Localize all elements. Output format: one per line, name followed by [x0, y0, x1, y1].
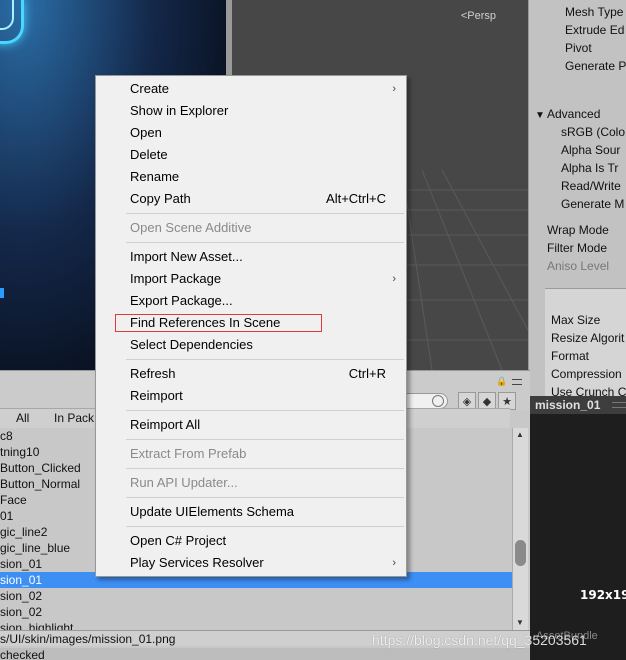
inspector-row-srgb: sRGB (Colo: [561, 125, 626, 139]
preview-title: mission_01: [535, 398, 601, 412]
menu-item-refresh[interactable]: Refresh Ctrl+R: [96, 363, 406, 385]
menu-separator: [126, 242, 404, 243]
menu-item-import-new-asset[interactable]: Import New Asset...: [96, 246, 406, 268]
menu-item-label: Export Package...: [130, 293, 233, 308]
advanced-foldout-label[interactable]: Advanced: [547, 107, 600, 121]
menu-item-import-package[interactable]: Import Package ›: [96, 268, 406, 290]
inspector-row-wrap-mode: Wrap Mode: [547, 223, 609, 237]
menu-item-label: Delete: [130, 147, 168, 162]
platform-settings-box: Max Size Resize Algorit Format Compressi…: [545, 288, 626, 396]
menu-item-label: Play Services Resolver: [130, 555, 264, 570]
menu-item-show-in-explorer[interactable]: Show in Explorer: [96, 100, 406, 122]
highlight-box: [115, 314, 322, 332]
menu-separator: [126, 439, 404, 440]
inspector-row-aniso-level: Aniso Level: [547, 259, 610, 273]
inspector-row-read-write: Read/Write: [561, 179, 621, 193]
inspector-row-generate-physics: Generate P: [565, 59, 626, 73]
menu-item-shortcut: Ctrl+R: [348, 366, 386, 381]
menu-item-label: Reimport: [130, 388, 183, 403]
inspector-row-alpha-is-transparency: Alpha Is Tr: [561, 161, 619, 175]
menu-item-label: Open C# Project: [130, 533, 227, 548]
inspector-row-filter-mode: Filter Mode: [547, 241, 608, 255]
menu-item-label: Run API Updater...: [130, 475, 238, 490]
advanced-foldout-icon[interactable]: ▼: [535, 110, 545, 121]
search-scope-all[interactable]: All: [16, 411, 29, 425]
menu-item-open-scene-additive: Open Scene Additive: [96, 217, 406, 239]
submenu-arrow-icon: ›: [392, 557, 396, 569]
menu-item-label: Refresh: [130, 366, 176, 381]
inspector-row-use-crunch: Use Crunch C: [551, 385, 626, 396]
menu-item-open-c-project[interactable]: Open C# Project: [96, 530, 406, 552]
menu-item-label: Show in Explorer: [130, 103, 229, 118]
menu-item-label: Reimport All: [130, 417, 201, 432]
menu-separator: [126, 468, 404, 469]
inspector-row-extrude-edges: Extrude Ed: [565, 23, 625, 37]
menu-separator: [126, 410, 404, 411]
scroll-thumb[interactable]: [515, 540, 526, 566]
inspector-row-pivot: Pivot: [565, 41, 592, 55]
menu-separator: [126, 359, 404, 360]
context-menu: Create › Show in Explorer Open Delete Rename C…: [95, 75, 407, 577]
blue-marker-graphic: [0, 288, 4, 298]
asset-row[interactable]: sion_02: [0, 588, 512, 604]
menu-item-label: Rename: [130, 169, 180, 184]
menu-item-label: Open: [130, 125, 162, 140]
menu-item-label: Import Package: [130, 271, 222, 286]
panel-menu-icon[interactable]: [512, 379, 522, 385]
inspector-row-resize-algorithm: Resize Algorit: [551, 331, 625, 345]
search-clear-icon[interactable]: [432, 395, 444, 407]
menu-item-extract-from-prefab: Extract From Prefab: [96, 443, 406, 465]
submenu-arrow-icon: ›: [392, 273, 396, 285]
inspector-row-generate-mip: Generate M: [561, 197, 625, 211]
inspector-row-mesh-type: Mesh Type: [565, 5, 624, 19]
search-scope-in-packages[interactable]: In Pack: [54, 411, 94, 425]
menu-item-play-services-resolver[interactable]: Play Services Resolver ›: [96, 552, 406, 574]
menu-item-label: Update UIElements Schema: [130, 504, 295, 519]
menu-item-rename[interactable]: Rename: [96, 166, 406, 188]
menu-item-reimport[interactable]: Reimport: [96, 385, 406, 407]
lock-icon[interactable]: 🔒: [496, 376, 507, 387]
project-scrollbar[interactable]: ▲ ▼: [512, 428, 528, 632]
inspector-row-max-size: Max Size: [551, 313, 601, 327]
drag-handle-icon[interactable]: [612, 402, 626, 408]
inspector-row-compression: Compression: [551, 367, 622, 381]
menu-separator: [126, 213, 404, 214]
menu-item-delete[interactable]: Delete: [96, 144, 406, 166]
inspector-panel[interactable]: Mesh Type Extrude Ed Pivot Generate P ▼ …: [528, 0, 626, 396]
inspector-row-alpha-source: Alpha Sour: [561, 143, 621, 157]
status-bar: checked: [0, 648, 530, 660]
preview-panel: mission_01 192x19 AssetBundle: [530, 396, 626, 660]
asset-row[interactable]: sion_02: [0, 604, 512, 620]
menu-item-update-uielements-schema[interactable]: Update UIElements Schema: [96, 501, 406, 523]
scroll-down-icon[interactable]: ▼: [516, 618, 524, 627]
watermark: https://blog.csdn.net/qq_35203561: [372, 632, 587, 648]
menu-item-select-dependencies[interactable]: Select Dependencies: [96, 334, 406, 356]
menu-item-label: Copy Path: [130, 191, 191, 206]
menu-item-label: Open Scene Additive: [130, 220, 252, 235]
menu-item-copy-path[interactable]: Copy Path Alt+Ctrl+C: [96, 188, 406, 210]
preview-header[interactable]: mission_01: [530, 396, 626, 414]
menu-item-label: Extract From Prefab: [130, 446, 247, 461]
preview-size-label: 192x19: [580, 588, 626, 602]
menu-item-create[interactable]: Create ›: [96, 78, 406, 100]
menu-item-label: Create: [130, 81, 170, 96]
menu-item-run-api-updater: Run API Updater...: [96, 472, 406, 494]
menu-separator: [126, 526, 404, 527]
menu-item-label: Select Dependencies: [130, 337, 253, 352]
menu-item-reimport-all[interactable]: Reimport All: [96, 414, 406, 436]
menu-item-shortcut: Alt+Ctrl+C: [326, 191, 386, 206]
submenu-arrow-icon: ›: [392, 83, 396, 95]
inspector-row-format: Format: [551, 349, 590, 363]
menu-separator: [126, 497, 404, 498]
persp-label[interactable]: <Persp: [461, 10, 496, 22]
menu-item-export-package[interactable]: Export Package...: [96, 290, 406, 312]
scroll-up-icon[interactable]: ▲: [516, 430, 524, 439]
menu-item-open[interactable]: Open: [96, 122, 406, 144]
menu-item-label: Import New Asset...: [130, 249, 243, 264]
